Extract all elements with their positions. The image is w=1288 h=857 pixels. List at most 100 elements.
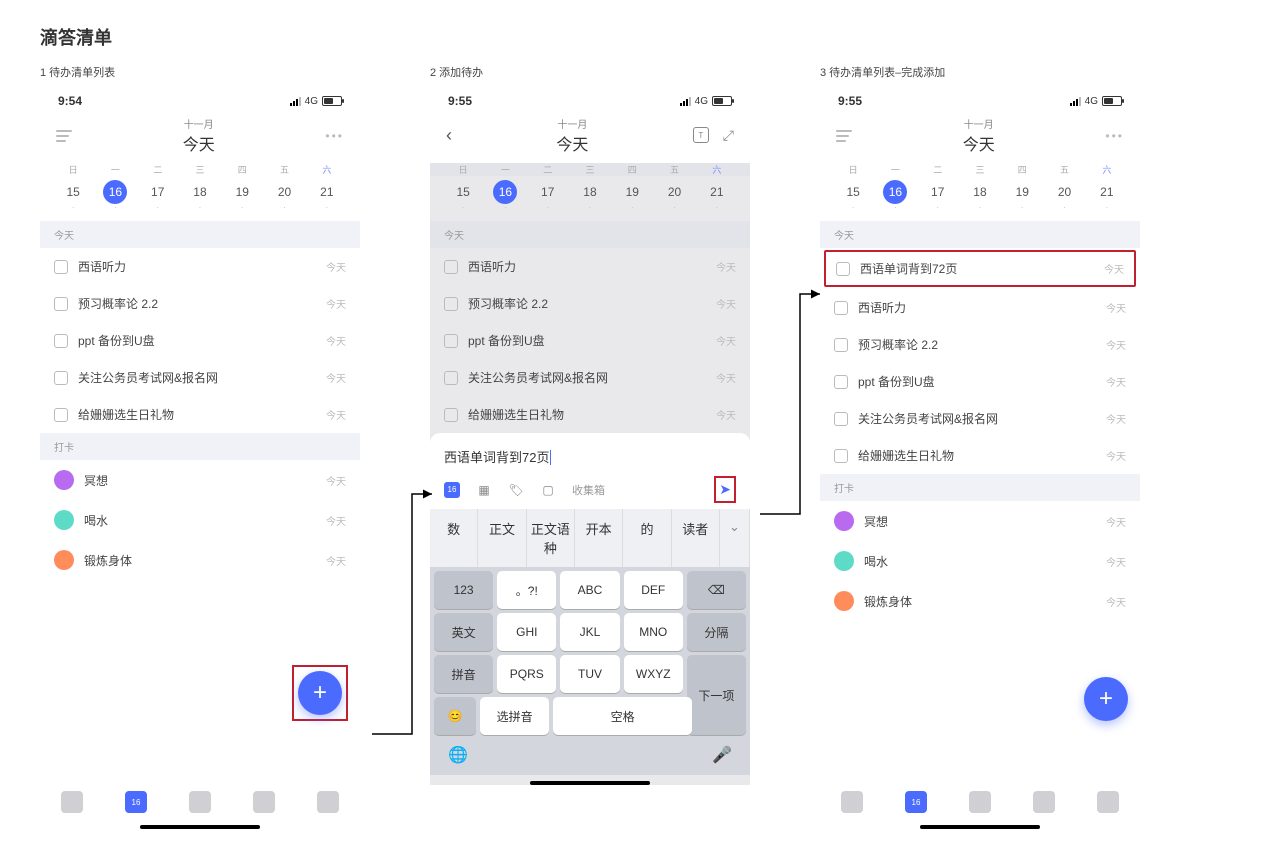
key[interactable]: 英文 xyxy=(434,613,493,651)
suggestion-more-icon[interactable]: ⌄ xyxy=(720,509,750,567)
tab-calendar-icon[interactable]: 16 xyxy=(125,791,147,813)
checkbox[interactable] xyxy=(444,297,458,311)
task-row[interactable]: ppt 备份到U盘今天 xyxy=(820,363,1140,400)
calendar-day[interactable]: 20· xyxy=(263,180,305,211)
checkbox[interactable] xyxy=(444,371,458,385)
task-row[interactable]: 西语听力今天 xyxy=(430,248,750,285)
space-key[interactable]: 空格 xyxy=(553,697,692,735)
checkbox[interactable] xyxy=(54,260,68,274)
calendar-day[interactable]: 19· xyxy=(611,180,653,211)
task-row[interactable]: 给姗姗选生日礼物今天 xyxy=(40,396,360,433)
tab-habits-icon[interactable] xyxy=(1033,791,1055,813)
suggestion[interactable]: 的 xyxy=(623,509,671,567)
suggestion[interactable]: 数 xyxy=(430,509,478,567)
task-row[interactable]: 预习概率论 2.2今天 xyxy=(820,326,1140,363)
key[interactable]: 选拼音 xyxy=(480,697,549,735)
key[interactable]: GHI xyxy=(497,613,556,651)
key[interactable]: DEF xyxy=(624,571,683,609)
home-indicator[interactable] xyxy=(530,781,650,785)
checkbox[interactable] xyxy=(834,301,848,315)
checkbox[interactable] xyxy=(834,375,848,389)
send-icon[interactable]: ➤ xyxy=(719,481,731,497)
next-key[interactable]: 下一项 xyxy=(687,655,746,735)
expand-icon[interactable]: ⤢ xyxy=(723,127,734,144)
view-toggle-icon[interactable]: T xyxy=(693,127,709,143)
checkbox[interactable] xyxy=(54,297,68,311)
checkbox[interactable] xyxy=(54,334,68,348)
backspace-key[interactable]: ⌫ xyxy=(687,571,746,609)
header-today[interactable]: 今天 xyxy=(452,131,693,155)
key[interactable]: 拼音 xyxy=(434,655,493,693)
key[interactable]: JKL xyxy=(560,613,619,651)
calendar-day[interactable]: 19· xyxy=(1001,180,1043,211)
calendar-day[interactable]: 19· xyxy=(221,180,263,211)
checkbox[interactable] xyxy=(54,408,68,422)
calendar-day[interactable]: 17· xyxy=(137,180,179,211)
checkbox[interactable] xyxy=(834,338,848,352)
checkbox[interactable] xyxy=(444,260,458,274)
mic-icon[interactable]: 🎤 xyxy=(712,745,732,765)
task-row[interactable]: 预习概率论 2.2今天 xyxy=(430,285,750,322)
key[interactable]: 123 xyxy=(434,571,493,609)
habit-row[interactable]: 锻炼身体今天 xyxy=(40,540,360,580)
task-row[interactable]: 西语听力今天 xyxy=(820,289,1140,326)
checkbox[interactable] xyxy=(444,408,458,422)
calendar-day[interactable]: 15· xyxy=(52,180,94,211)
calendar-day[interactable]: 18· xyxy=(179,180,221,211)
habit-row[interactable]: 冥想今天 xyxy=(820,501,1140,541)
emoji-key[interactable]: 😊 xyxy=(434,697,476,735)
tab-calendar-icon[interactable]: 16 xyxy=(905,791,927,813)
habit-row[interactable]: 锻炼身体今天 xyxy=(820,581,1140,621)
header-today[interactable]: 今天 xyxy=(852,131,1105,155)
checkbox[interactable] xyxy=(836,262,850,276)
calendar-day-active[interactable]: 16· xyxy=(484,180,526,211)
calendar-day[interactable]: 18· xyxy=(959,180,1001,211)
checkbox[interactable] xyxy=(834,412,848,426)
checkbox[interactable] xyxy=(834,449,848,463)
habit-row[interactable]: 冥想今天 xyxy=(40,460,360,500)
habit-row[interactable]: 喝水今天 xyxy=(40,500,360,540)
home-indicator[interactable] xyxy=(920,825,1040,829)
checkbox[interactable] xyxy=(54,371,68,385)
task-row[interactable]: 预习概率论 2.2今天 xyxy=(40,285,360,322)
tab-habits-icon[interactable] xyxy=(253,791,275,813)
globe-icon[interactable]: 🌐 xyxy=(448,745,468,765)
menu-icon[interactable] xyxy=(836,130,852,142)
suggestion[interactable]: 正文 xyxy=(478,509,526,567)
suggestion[interactable]: 读者 xyxy=(672,509,720,567)
calendar-day-active[interactable]: 16· xyxy=(874,180,916,211)
calendar-day[interactable]: 20· xyxy=(653,180,695,211)
checkbox[interactable] xyxy=(444,334,458,348)
more-icon[interactable]: ••• xyxy=(325,129,344,143)
task-row[interactable]: 西语听力今天 xyxy=(40,248,360,285)
add-task-fab[interactable]: + xyxy=(1084,677,1128,721)
key[interactable]: 。?! xyxy=(497,571,556,609)
task-row-new[interactable]: 西语单词背到72页今天 xyxy=(824,250,1136,287)
calendar-day[interactable]: 21· xyxy=(696,180,738,211)
tab-pomo-icon[interactable] xyxy=(969,791,991,813)
calendar-day[interactable]: 21· xyxy=(1086,180,1128,211)
key[interactable]: MNO xyxy=(624,613,683,651)
task-row[interactable]: ppt 备份到U盘今天 xyxy=(430,322,750,359)
task-row[interactable]: 关注公务员考试网&报名网今天 xyxy=(40,359,360,396)
calendar-day[interactable]: 17· xyxy=(527,180,569,211)
suggestion[interactable]: 正文语种 xyxy=(527,509,575,567)
task-row[interactable]: 给姗姗选生日礼物今天 xyxy=(430,396,750,433)
task-row[interactable]: 关注公务员考试网&报名网今天 xyxy=(430,359,750,396)
calendar-day[interactable]: 20· xyxy=(1043,180,1085,211)
inbox-label[interactable]: 收集箱 xyxy=(572,482,605,498)
new-task-input[interactable]: 西语单词背到72页 xyxy=(444,443,736,476)
calendar-day-active[interactable]: 16· xyxy=(94,180,136,211)
calendar-day[interactable]: 15· xyxy=(832,180,874,211)
tag-icon[interactable]: 🏷 xyxy=(508,482,524,498)
key[interactable]: TUV xyxy=(560,655,619,693)
tab-settings-icon[interactable] xyxy=(317,791,339,813)
tab-tasks-icon[interactable] xyxy=(841,791,863,813)
task-row[interactable]: 给姗姗选生日礼物今天 xyxy=(820,437,1140,474)
key[interactable]: PQRS xyxy=(497,655,556,693)
habit-row[interactable]: 喝水今天 xyxy=(820,541,1140,581)
calendar-day[interactable]: 17· xyxy=(917,180,959,211)
task-row[interactable]: 关注公务员考试网&报名网今天 xyxy=(820,400,1140,437)
key[interactable]: ABC xyxy=(560,571,619,609)
task-row[interactable]: ppt 备份到U盘今天 xyxy=(40,322,360,359)
